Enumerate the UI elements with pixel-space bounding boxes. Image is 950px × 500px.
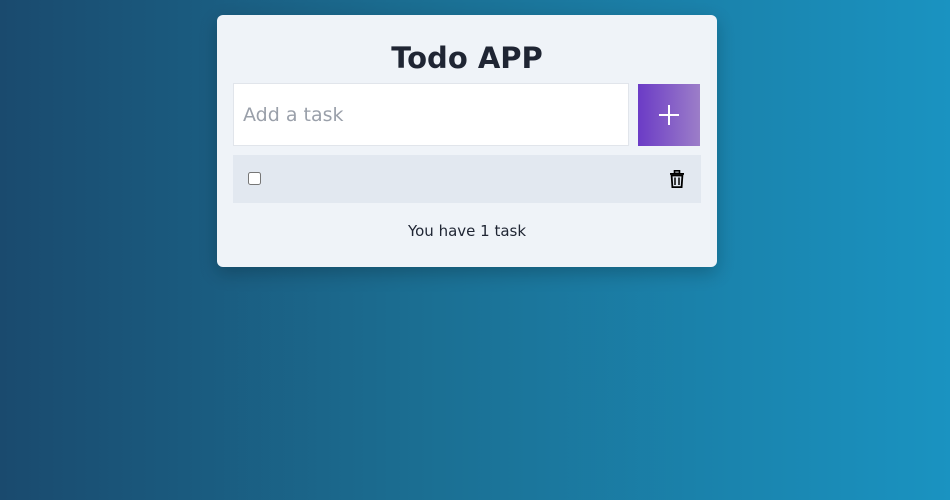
add-task-button[interactable] xyxy=(638,84,700,146)
add-task-input[interactable] xyxy=(233,83,629,146)
task-count-text: You have 1 task xyxy=(407,222,527,240)
trash-icon xyxy=(670,170,684,188)
todo-card: Todo APP You have 1 task xyxy=(217,15,717,267)
plus-icon xyxy=(659,105,679,125)
delete-task-button[interactable] xyxy=(667,169,687,189)
task-complete-checkbox[interactable] xyxy=(248,172,261,185)
task-item xyxy=(233,155,701,203)
task-list xyxy=(233,155,701,203)
app-title: Todo APP xyxy=(391,41,543,75)
